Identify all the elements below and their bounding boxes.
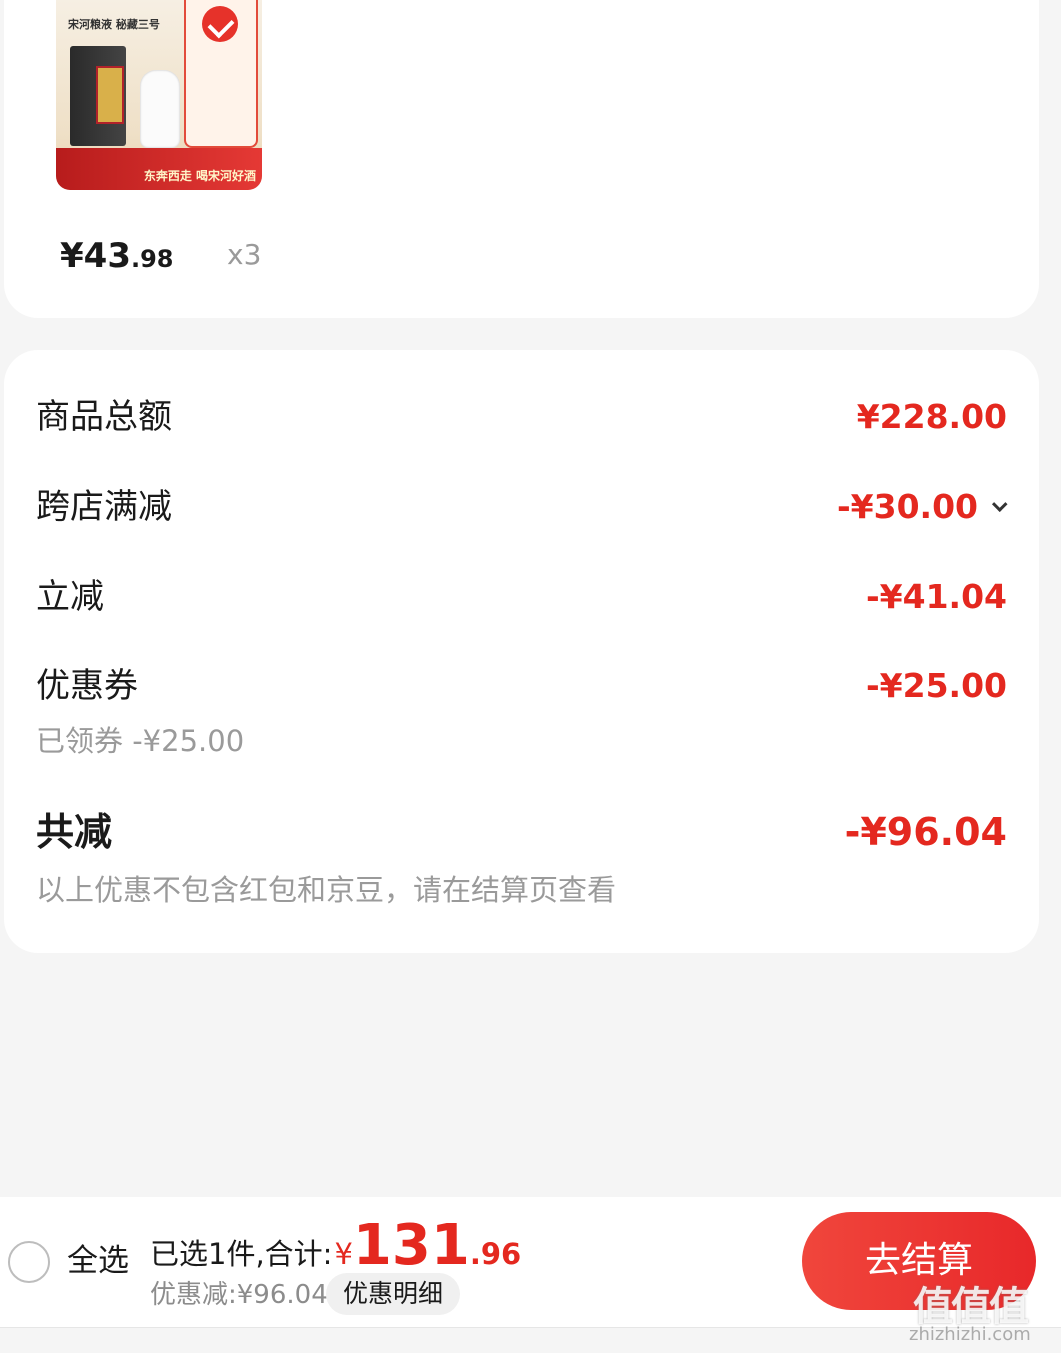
- product-price: ¥43.98: [60, 236, 174, 279]
- select-all-label[interactable]: 全选: [67, 1241, 129, 1281]
- check-icon: [202, 6, 238, 42]
- cross-store-discount-label: 跨店满减: [36, 487, 172, 527]
- chevron-down-icon[interactable]: [991, 496, 1008, 513]
- product-image[interactable]: 宋河粮液 秘藏三号 东奔西走 喝宋河好酒: [56, 0, 262, 190]
- total-amount-int: 131: [352, 1213, 470, 1278]
- instant-discount-value: -¥41.04: [865, 577, 1007, 616]
- checkout-bar: 全选 已选1件,合计: ¥ 131 .96 优惠减:¥96.04 优惠明细 去结…: [0, 1197, 1061, 1327]
- price-dec: .98: [130, 245, 174, 273]
- coupon-label: 优惠券: [36, 666, 138, 706]
- watermark: 值值值 zhizhizhi.com: [905, 1270, 1055, 1350]
- box-label-graphic: [96, 66, 124, 124]
- coupon-claimed-text: 已领券 -¥25.00: [36, 724, 245, 758]
- selected-count-text: 已选1件,合计:: [150, 1237, 333, 1271]
- product-card: 宋河粮液 秘藏三号 东奔西走 喝宋河好酒 ¥43.98 x3: [4, 0, 1039, 318]
- total-discount-value: -¥96.04: [844, 810, 1007, 854]
- promo-strip-graphic: 东奔西走 喝宋河好酒: [56, 148, 262, 190]
- cross-store-discount-value[interactable]: -¥30.00: [836, 487, 1008, 527]
- bottom-divider: [0, 1327, 1061, 1353]
- bottle-graphic: [140, 70, 180, 148]
- discount-summary-card: 商品总额 ¥228.00 跨店满减 -¥30.00 立减 -¥41.04 优惠券…: [4, 350, 1039, 953]
- discount-amount-text: 优惠减:¥96.04: [150, 1280, 328, 1310]
- select-all-checkbox[interactable]: [8, 1241, 50, 1283]
- goods-total-value: ¥228.00: [856, 397, 1007, 436]
- instant-discount-label: 立减: [36, 577, 104, 617]
- thumb-slogan-text: 东奔西走 喝宋河好酒: [143, 169, 256, 183]
- total-discount-label: 共减: [36, 810, 113, 854]
- product-quantity: x3: [227, 238, 262, 271]
- price-int: ¥43: [60, 236, 131, 276]
- cart-page: 宋河粮液 秘藏三号 东奔西走 喝宋河好酒 ¥43.98 x3 商品总额 ¥228…: [0, 0, 1061, 1353]
- watermark-url: zhizhizhi.com: [909, 1324, 1031, 1345]
- cross-store-discount-amount: -¥30.00: [836, 487, 978, 526]
- total-currency: ¥: [334, 1237, 353, 1271]
- discount-detail-button[interactable]: 优惠明细: [326, 1273, 461, 1315]
- coupon-value: -¥25.00: [865, 666, 1007, 705]
- goods-total-label: 商品总额: [36, 397, 172, 437]
- total-amount-dec: .96: [469, 1237, 522, 1271]
- thumb-brand-text: 宋河粮液 秘藏三号: [68, 18, 160, 31]
- selected-total-line: 已选1件,合计: ¥ 131 .96: [150, 1213, 522, 1278]
- discount-note: 以上优惠不包含红包和京豆，请在结算页查看: [36, 873, 617, 907]
